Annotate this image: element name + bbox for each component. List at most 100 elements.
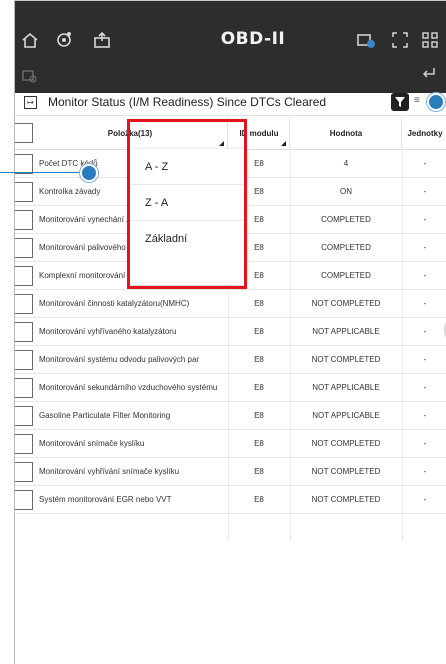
- column-header-unit[interactable]: Jednotky: [403, 117, 446, 149]
- cell-unit: -: [423, 383, 427, 392]
- table-row[interactable]: Gasoline Particulate Filter Monitoring E8…: [15, 402, 446, 430]
- cell-unit: -: [423, 327, 427, 336]
- engine-icon[interactable]: [53, 29, 75, 51]
- cell-unit: -: [423, 187, 427, 196]
- row-checkbox[interactable]: [15, 378, 33, 398]
- cell-value: NOT APPLICABLE: [312, 411, 380, 420]
- sort-option-az[interactable]: A - Z: [130, 149, 246, 185]
- row-checkbox[interactable]: [15, 350, 33, 370]
- return-icon[interactable]: [421, 65, 439, 83]
- cell-value: NOT APPLICABLE: [312, 327, 380, 336]
- cell-unit: -: [423, 411, 427, 420]
- callout-marker-icon: [80, 164, 98, 182]
- row-checkbox[interactable]: [15, 182, 33, 202]
- column-divider: [290, 149, 291, 541]
- table-row[interactable]: Monitorování vyhřívání snímače kyslíku E8…: [15, 458, 446, 486]
- cell-module: E8: [254, 355, 264, 364]
- table-row[interactable]: Monitorování systému odvodu palivových p…: [15, 346, 446, 374]
- cell-unit: -: [423, 299, 427, 308]
- cell-item: Monitorování vyhřívaného katalyzátoru: [39, 326, 177, 336]
- battery-car-icon[interactable]: [355, 29, 377, 51]
- table-row[interactable]: Monitorování činnosti katalyzátoru(NMHC)…: [15, 290, 446, 318]
- column-header-label: Jednotky: [407, 128, 443, 138]
- callout-marker-icon: [427, 93, 445, 111]
- cell-value: NOT COMPLETED: [311, 495, 381, 504]
- cell-value: COMPLETED: [321, 215, 371, 224]
- list-menu-icon[interactable]: ≡: [414, 95, 422, 109]
- cell-value: NOT COMPLETED: [311, 467, 381, 476]
- table-row[interactable]: Monitorování snímače kyslíku E8 NOT COMPLE…: [15, 430, 446, 458]
- row-checkbox[interactable]: [15, 406, 33, 426]
- sort-option-default[interactable]: Základní: [130, 221, 246, 257]
- cell-value: NOT COMPLETED: [311, 439, 381, 448]
- cell-value: COMPLETED: [321, 243, 371, 252]
- home-icon[interactable]: [19, 29, 41, 51]
- sort-dropdown: A - Z Z - A Základní: [130, 149, 246, 285]
- table-header: Položka(13) ID modulu Hodnota Jednotky: [15, 117, 446, 150]
- sub-car-icon[interactable]: [21, 67, 39, 85]
- callout-line: [0, 172, 86, 173]
- filter-icon[interactable]: [391, 93, 409, 111]
- cell-unit: -: [423, 355, 427, 364]
- cell-module: E8: [254, 411, 264, 420]
- column-header-label: Položka(13): [107, 128, 153, 138]
- cell-unit: -: [423, 271, 427, 280]
- row-checkbox[interactable]: [15, 238, 33, 258]
- cell-value: NOT COMPLETED: [311, 299, 381, 308]
- fullscreen-icon[interactable]: [389, 29, 411, 51]
- cell-module: E8: [254, 327, 264, 336]
- sort-icon: [281, 141, 286, 146]
- row-checkbox[interactable]: [15, 462, 33, 482]
- app-frame: OBD-II ↦ Monitor Status (I/M Readiness) …: [14, 0, 446, 664]
- expand-icon[interactable]: ↦: [24, 96, 37, 109]
- row-checkbox[interactable]: [15, 294, 33, 314]
- cell-item: Systém monitorování EGR nebo VVT: [39, 494, 172, 504]
- top-toolbar: OBD-II: [15, 1, 446, 93]
- cell-item: Monitorování vyhřívání snímače kyslíku: [39, 466, 180, 476]
- column-header-label: Hodnota: [329, 128, 363, 138]
- cell-value: 4: [343, 159, 349, 168]
- cell-item: Monitorování činnosti katalyzátoru(NMHC): [39, 298, 190, 308]
- cell-unit: -: [423, 215, 427, 224]
- cell-value: NOT COMPLETED: [311, 355, 381, 364]
- cell-unit: -: [423, 243, 427, 252]
- table-row[interactable]: Monitorování vyhřívaného katalyzátoru E8 N…: [15, 318, 446, 346]
- upload-car-icon[interactable]: [91, 29, 113, 51]
- cell-module: E8: [254, 439, 264, 448]
- cell-unit: -: [423, 159, 427, 168]
- page-title: OBD-II: [220, 29, 286, 49]
- row-checkbox[interactable]: [15, 434, 33, 454]
- cell-value: NOT APPLICABLE: [312, 383, 380, 392]
- row-checkbox[interactable]: [15, 490, 33, 510]
- column-header-value[interactable]: Hodnota: [291, 117, 402, 149]
- column-header-module[interactable]: ID modulu: [229, 117, 290, 149]
- status-header: ↦ Monitor Status (I/M Readiness) Since D…: [15, 93, 446, 116]
- row-checkbox[interactable]: [15, 266, 33, 286]
- row-checkbox[interactable]: [15, 154, 33, 174]
- cell-item: Monitorování sekundárního vzduchového sy…: [39, 382, 218, 392]
- table-row[interactable]: Systém monitorování EGR nebo VVT E8 NOT CO…: [15, 486, 446, 514]
- cell-unit: -: [423, 439, 427, 448]
- cell-value: COMPLETED: [321, 271, 371, 280]
- status-title: Monitor Status (I/M Readiness) Since DTC…: [48, 95, 327, 109]
- cell-value: ON: [340, 187, 352, 196]
- grid-icon[interactable]: [419, 29, 441, 51]
- cell-module: E8: [254, 299, 264, 308]
- cell-unit: -: [423, 495, 427, 504]
- cell-unit: -: [423, 467, 427, 476]
- column-header-item[interactable]: Položka(13): [33, 117, 228, 149]
- sort-icon: [219, 141, 224, 146]
- cell-module: E8: [254, 495, 264, 504]
- row-checkbox[interactable]: [15, 210, 33, 230]
- cell-item: Monitorování snímače kyslíku: [39, 438, 145, 448]
- select-all-checkbox[interactable]: [15, 123, 33, 143]
- column-header-label: ID modulu: [239, 128, 279, 138]
- cell-item: Monitorování systému odvodu palivových p…: [39, 354, 200, 364]
- row-checkbox[interactable]: [15, 322, 33, 342]
- table-row[interactable]: Monitorování sekundárního vzduchového sy…: [15, 374, 446, 402]
- column-divider: [402, 149, 403, 541]
- cell-module: E8: [254, 467, 264, 476]
- cell-item: Gasoline Particulate Filter Monitoring: [39, 410, 171, 420]
- cell-module: E8: [254, 383, 264, 392]
- sort-option-za[interactable]: Z - A: [130, 185, 246, 221]
